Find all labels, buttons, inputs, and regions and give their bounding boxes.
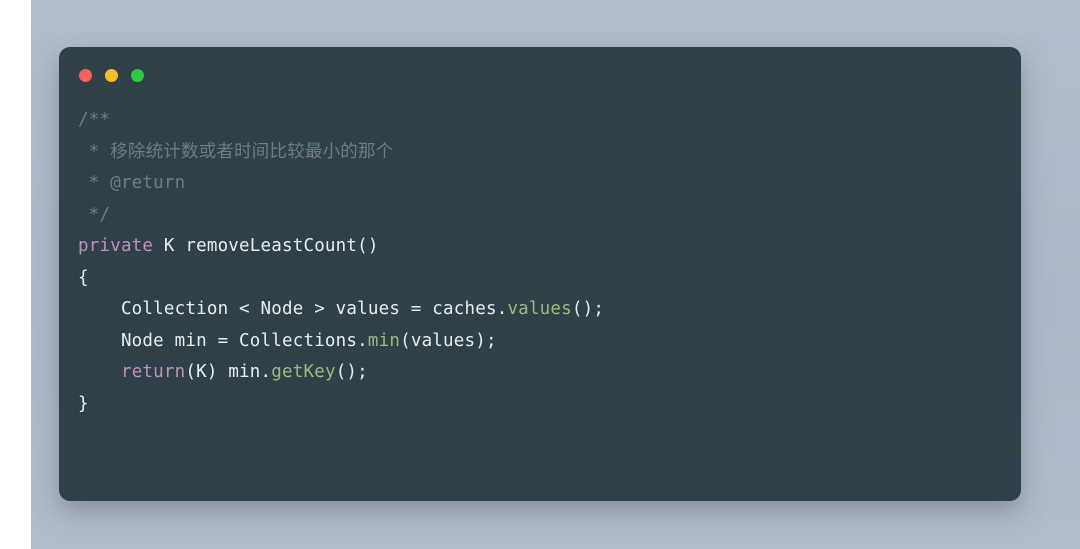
code-token-keyword: private	[78, 236, 154, 256]
code-line: Collection < Node > values = caches.valu…	[78, 294, 1007, 326]
close-button-icon[interactable]	[79, 69, 92, 82]
code-token-keyword: return	[120, 362, 186, 382]
code-line: private K removeLeastCount()	[78, 231, 1007, 263]
code-token-method: getKey	[271, 362, 336, 382]
minimize-button-icon[interactable]	[105, 69, 118, 82]
code-token-method: values	[507, 299, 572, 319]
code-token-comment: * 移除统计数或者时间比较最小的那个	[78, 141, 394, 162]
code-token-plain: ();	[335, 362, 368, 382]
window-controls	[79, 69, 144, 82]
code-token-comment: * @return	[78, 173, 186, 193]
code-line: return(K) min.getKey();	[78, 357, 1007, 389]
code-line: }	[78, 389, 1007, 421]
code-line: * 移除统计数或者时间比较最小的那个	[78, 137, 1007, 169]
code-token-plain: (values);	[400, 330, 497, 351]
page-left-margin-strip	[0, 0, 31, 549]
maximize-button-icon[interactable]	[131, 69, 144, 82]
code-token-plain: ();	[571, 299, 605, 319]
code-token-comment: */	[78, 204, 111, 225]
code-window-card: /** * 移除统计数或者时间比较最小的那个 * @return */ priva…	[59, 47, 1021, 501]
code-token-method: min	[367, 330, 401, 351]
page-background: /** * 移除统计数或者时间比较最小的那个 * @return */ priva…	[0, 0, 1080, 549]
code-line: {	[78, 263, 1007, 295]
code-block[interactable]: /** * 移除统计数或者时间比较最小的那个 * @return */ priva…	[78, 105, 1007, 491]
code-token-plain: }	[78, 393, 89, 414]
code-line: */	[78, 200, 1007, 232]
code-token-comment: /**	[78, 110, 111, 130]
code-token-plain: K removeLeastCount()	[153, 236, 379, 256]
code-line: Node min = Collections.min(values);	[78, 326, 1007, 358]
code-token-plain: (K) min.	[185, 362, 272, 382]
code-line: /**	[78, 105, 1007, 137]
code-token-plain: Node min = Collections.	[78, 330, 368, 351]
code-line: * @return	[78, 168, 1007, 200]
code-token-plain: {	[78, 267, 89, 288]
code-token-plain: Collection < Node > values = caches.	[78, 299, 508, 319]
